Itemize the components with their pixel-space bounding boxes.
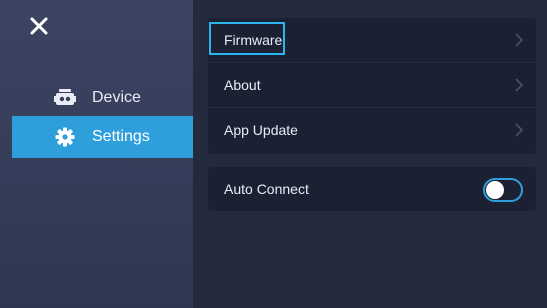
sidebar-item-settings[interactable]: Settings: [12, 116, 193, 158]
settings-panel: Firmware About App Update Auto Connect: [193, 0, 547, 308]
row-label: Auto Connect: [224, 181, 309, 197]
chevron-right-icon: [515, 33, 524, 47]
sidebar-item-device[interactable]: Device: [12, 77, 193, 119]
sidebar-item-label: Device: [92, 89, 141, 106]
app-window: Device Settings Firmware About App Updat…: [0, 0, 547, 308]
settings-group-general: Firmware About App Update: [208, 18, 536, 154]
robot-icon: [54, 87, 76, 109]
auto-connect-row: Auto Connect: [208, 167, 536, 211]
close-button[interactable]: [28, 15, 50, 37]
toggle-knob: [486, 181, 504, 199]
app-update-row[interactable]: App Update: [208, 107, 536, 152]
firmware-row[interactable]: Firmware: [208, 18, 536, 62]
row-label: About: [224, 77, 261, 93]
chevron-right-icon: [515, 78, 524, 92]
about-row[interactable]: About: [208, 62, 536, 107]
chevron-right-icon: [515, 123, 524, 137]
sidebar-item-label: Settings: [92, 128, 150, 145]
row-label: App Update: [224, 122, 298, 138]
sidebar: Device Settings: [0, 0, 193, 308]
gear-icon: [54, 126, 76, 148]
settings-group-connection: Auto Connect: [208, 167, 536, 211]
auto-connect-toggle[interactable]: [483, 178, 523, 202]
close-icon: [30, 17, 48, 35]
row-label: Firmware: [224, 32, 283, 48]
